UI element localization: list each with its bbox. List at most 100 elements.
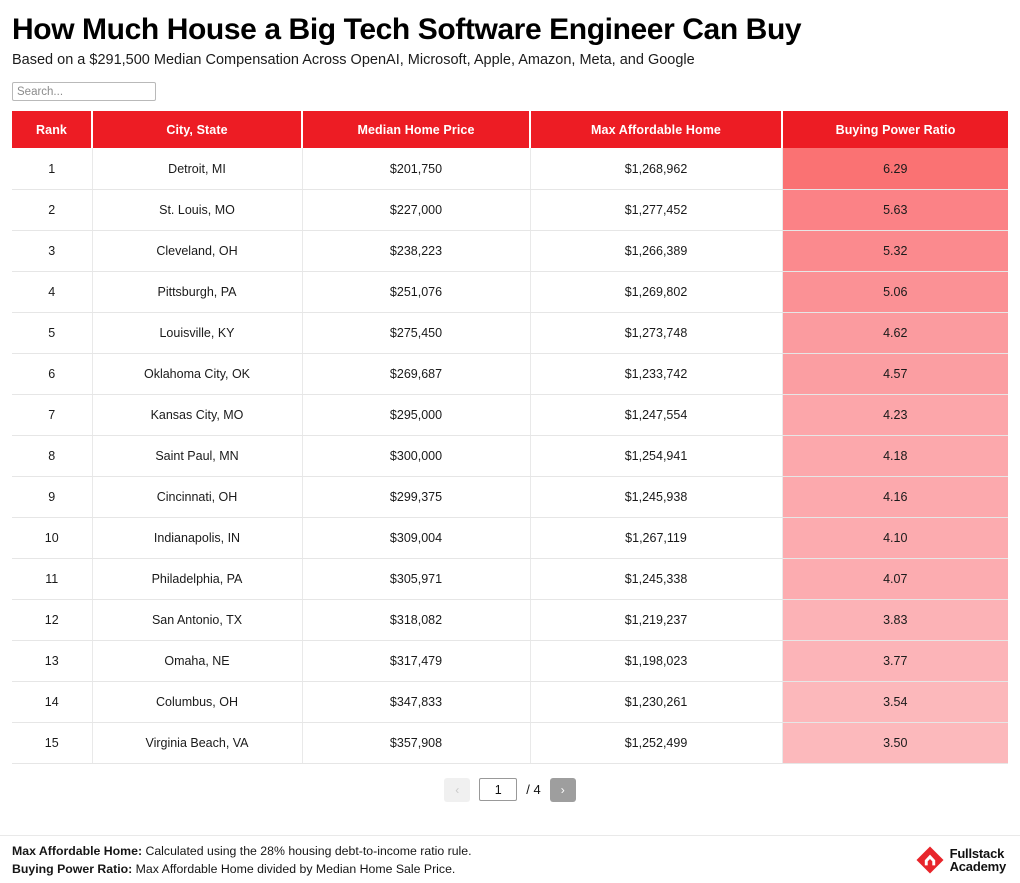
footnote-max-affordable-home: Max Affordable Home: Calculated using th…: [12, 843, 472, 861]
column-header-rank[interactable]: Rank: [12, 111, 93, 149]
cell-median-home-price: $305,971: [302, 558, 531, 600]
cell-city-state: Kansas City, MO: [92, 394, 303, 436]
pagination: ‹ / 4 ›: [12, 776, 1008, 804]
table-row: 2 St. Louis, MO $227,000 $1,277,452 5.63: [12, 189, 1008, 231]
cell-rank: 7: [12, 394, 93, 436]
page-subtitle: Based on a $291,500 Median Compensation …: [12, 52, 695, 69]
cell-buying-power-ratio: 3.77: [782, 640, 1008, 682]
cell-rank: 10: [12, 517, 93, 559]
cell-rank: 8: [12, 435, 93, 477]
cell-max-affordable-home: $1,254,941: [530, 435, 783, 477]
cell-max-affordable-home: $1,269,802: [530, 271, 783, 313]
cell-max-affordable-home: $1,247,554: [530, 394, 783, 436]
cell-buying-power-ratio: 4.23: [782, 394, 1008, 436]
table-row: 4 Pittsburgh, PA $251,076 $1,269,802 5.06: [12, 271, 1008, 313]
cell-city-state: Cleveland, OH: [92, 230, 303, 272]
column-header-max-affordable-home[interactable]: Max Affordable Home: [530, 111, 783, 149]
cell-buying-power-ratio: 6.29: [782, 148, 1008, 190]
cell-median-home-price: $251,076: [302, 271, 531, 313]
cell-rank: 3: [12, 230, 93, 272]
cell-median-home-price: $275,450: [302, 312, 531, 354]
table-body: 1 Detroit, MI $201,750 $1,268,962 6.29 2 St. L…: [12, 148, 1008, 764]
footer: Max Affordable Home: Calculated using th…: [0, 835, 1020, 883]
footnote-2-text: Max Affordable Home divided by Median Ho…: [132, 861, 456, 876]
cell-rank: 13: [12, 640, 93, 682]
cell-city-state: Louisville, KY: [92, 312, 303, 354]
cell-max-affordable-home: $1,273,748: [530, 312, 783, 354]
footnote-2-label: Buying Power Ratio:: [12, 861, 133, 876]
cell-median-home-price: $269,687: [302, 353, 531, 395]
cell-buying-power-ratio: 4.10: [782, 517, 1008, 559]
cell-median-home-price: $238,223: [302, 230, 531, 272]
cell-buying-power-ratio: 4.16: [782, 476, 1008, 518]
table-row: 5 Louisville, KY $275,450 $1,273,748 4.62: [12, 312, 1008, 354]
cell-rank: 9: [12, 476, 93, 518]
cell-median-home-price: $317,479: [302, 640, 531, 682]
cell-buying-power-ratio: 5.06: [782, 271, 1008, 313]
cell-city-state: Oklahoma City, OK: [92, 353, 303, 395]
table-row: 1 Detroit, MI $201,750 $1,268,962 6.29: [12, 148, 1008, 190]
column-header-city-state[interactable]: City, State: [92, 111, 303, 149]
table-row: 10 Indianapolis, IN $309,004 $1,267,119 4.10: [12, 517, 1008, 559]
cell-city-state: Saint Paul, MN: [92, 435, 303, 477]
table-row: 3 Cleveland, OH $238,223 $1,266,389 5.32: [12, 230, 1008, 272]
footnote-1-label: Max Affordable Home:: [12, 844, 143, 858]
search-input[interactable]: [12, 82, 156, 102]
cell-median-home-price: $299,375: [302, 476, 531, 518]
column-header-buying-power-ratio[interactable]: Buying Power Ratio: [782, 111, 1008, 149]
table-row: 6 Oklahoma City, OK $269,687 $1,233,742 4.57: [12, 353, 1008, 395]
cell-city-state: San Antonio, TX: [92, 599, 303, 641]
header-block: How Much House a Big Tech Software Engin…: [0, 0, 1020, 102]
table-row: 11 Philadelphia, PA $305,971 $1,245,338 4.07: [12, 558, 1008, 600]
cell-median-home-price: $318,082: [302, 599, 531, 641]
logo-line-2: Academy: [949, 859, 1007, 874]
fullstack-diamond-icon: [916, 846, 944, 874]
column-header-median-home-price[interactable]: Median Home Price: [302, 111, 531, 149]
cell-median-home-price: $295,000: [302, 394, 531, 436]
cell-rank: 14: [12, 681, 93, 723]
cell-median-home-price: $227,000: [302, 189, 531, 231]
total-pages-label: / 4: [526, 782, 541, 798]
cell-median-home-price: $201,750: [302, 148, 531, 190]
cell-buying-power-ratio: 3.50: [782, 722, 1008, 764]
cell-city-state: Cincinnati, OH: [92, 476, 303, 518]
cell-buying-power-ratio: 5.63: [782, 189, 1008, 231]
page-title: How Much House a Big Tech Software Engin…: [12, 13, 802, 46]
table-row: 14 Columbus, OH $347,833 $1,230,261 3.54: [12, 681, 1008, 723]
cell-max-affordable-home: $1,277,452: [530, 189, 783, 231]
footnote-1-text: Calculated using the 28% housing debt-to…: [142, 844, 472, 858]
cell-max-affordable-home: $1,219,237: [530, 599, 783, 641]
cell-median-home-price: $357,908: [302, 722, 531, 764]
table-row: 13 Omaha, NE $317,479 $1,198,023 3.77: [12, 640, 1008, 682]
cell-max-affordable-home: $1,245,338: [530, 558, 783, 600]
table-row: 12 San Antonio, TX $318,082 $1,219,237 3.83: [12, 599, 1008, 641]
cell-rank: 12: [12, 599, 93, 641]
cell-max-affordable-home: $1,252,499: [530, 722, 783, 764]
cell-rank: 1: [12, 148, 93, 190]
table-row: 9 Cincinnati, OH $299,375 $1,245,938 4.16: [12, 476, 1008, 518]
cell-buying-power-ratio: 4.07: [782, 558, 1008, 600]
fullstack-academy-logo: Fullstack Academy: [916, 846, 1008, 874]
next-page-button[interactable]: ›: [549, 777, 576, 802]
cell-rank: 2: [12, 189, 93, 231]
page-number-input[interactable]: [479, 778, 518, 802]
cell-max-affordable-home: $1,266,389: [530, 230, 783, 272]
cell-rank: 5: [12, 312, 93, 354]
cell-buying-power-ratio: 5.32: [782, 230, 1008, 272]
cell-city-state: St. Louis, MO: [92, 189, 303, 231]
cell-city-state: Pittsburgh, PA: [92, 271, 303, 313]
cell-median-home-price: $309,004: [302, 517, 531, 559]
previous-page-button[interactable]: ‹: [444, 777, 471, 802]
cell-buying-power-ratio: 3.54: [782, 681, 1008, 723]
cell-city-state: Columbus, OH: [92, 681, 303, 723]
table-row: 7 Kansas City, MO $295,000 $1,247,554 4.23: [12, 394, 1008, 436]
cell-max-affordable-home: $1,230,261: [530, 681, 783, 723]
cell-buying-power-ratio: 4.62: [782, 312, 1008, 354]
footnotes: Max Affordable Home: Calculated using th…: [12, 843, 472, 879]
cell-rank: 6: [12, 353, 93, 395]
cell-city-state: Philadelphia, PA: [92, 558, 303, 600]
cell-max-affordable-home: $1,267,119: [530, 517, 783, 559]
table-header-row: Rank City, State Median Home Price Max A…: [12, 111, 1008, 149]
cell-rank: 11: [12, 558, 93, 600]
cell-buying-power-ratio: 4.18: [782, 435, 1008, 477]
